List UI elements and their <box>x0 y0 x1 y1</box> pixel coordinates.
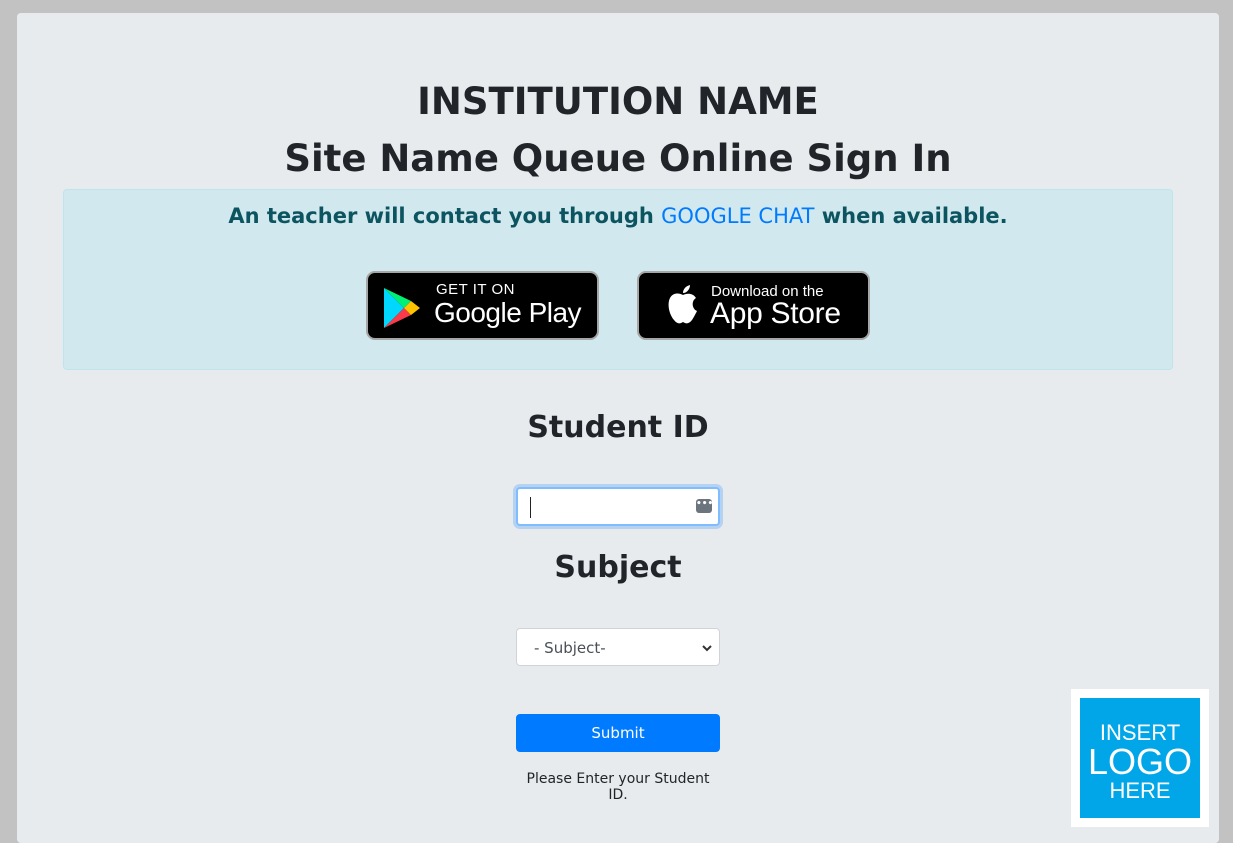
subject-selected-value: - Subject- <box>534 639 606 657</box>
password-manager-icon[interactable]: ••• <box>696 499 713 513</box>
apple-icon <box>665 284 701 330</box>
info-text-after: when available. <box>814 204 1008 228</box>
info-alert: An teacher will contact you through GOOG… <box>63 189 1173 370</box>
app-store-badge[interactable]: Download on the App Store <box>637 271 870 340</box>
student-id-input[interactable]: ••• <box>516 487 720 526</box>
text-caret <box>530 497 531 518</box>
page-title: Site Name Queue Online Sign In <box>284 137 952 180</box>
google-chat-link[interactable]: GOOGLE CHAT <box>661 204 814 228</box>
student-id-label: Student ID <box>527 410 709 445</box>
logo-line-3: HERE <box>1109 778 1171 803</box>
logo-line-2: LOGO <box>1087 741 1193 782</box>
logo: INSERT LOGO HERE <box>1080 698 1200 818</box>
subject-label: Subject <box>554 550 682 585</box>
google-play-big-text: Google Play <box>434 297 582 328</box>
app-store-big-text: App Store <box>710 297 841 330</box>
subject-select[interactable]: - Subject- <box>516 628 720 666</box>
google-play-small-text: GET IT ON <box>436 281 515 298</box>
submit-button[interactable]: Submit <box>516 714 720 752</box>
chevron-down-icon <box>701 640 713 659</box>
google-play-icon <box>380 286 424 334</box>
info-message: An teacher will contact you through GOOG… <box>64 204 1172 228</box>
logo-placeholder: INSERT LOGO HERE <box>1071 689 1209 827</box>
institution-name: INSTITUTION NAME <box>417 80 819 123</box>
info-text-before: An teacher will contact you through <box>228 204 662 228</box>
signin-card: INSTITUTION NAME Site Name Queue Online … <box>17 13 1219 843</box>
help-text: Please Enter your Student ID. <box>526 771 710 803</box>
google-play-badge[interactable]: GET IT ON Google Play <box>366 271 599 340</box>
